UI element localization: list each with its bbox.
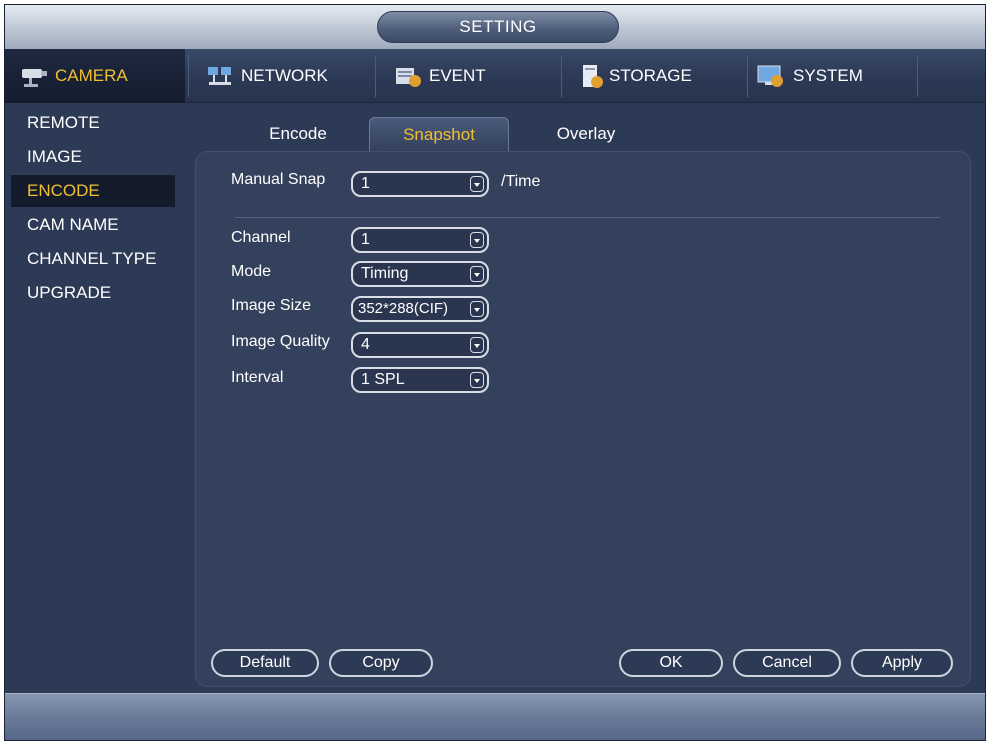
mode-value: Timing bbox=[361, 265, 409, 282]
mode-label: Mode bbox=[231, 263, 272, 280]
menu-event[interactable]: EVENT bbox=[377, 49, 559, 103]
ok-button[interactable]: OK bbox=[619, 649, 723, 677]
storage-icon bbox=[577, 63, 607, 89]
tab-snapshot[interactable]: Snapshot bbox=[369, 117, 509, 151]
chevron-down-icon bbox=[470, 301, 484, 317]
sidebar-item-encode[interactable]: ENCODE bbox=[11, 175, 175, 207]
tab-overlay[interactable]: Overlay bbox=[531, 117, 641, 151]
default-button[interactable]: Default bbox=[211, 649, 319, 677]
chevron-down-icon bbox=[470, 337, 484, 353]
image-quality-label: Image Quality bbox=[231, 333, 330, 350]
menu-system-label: SYSTEM bbox=[793, 66, 863, 85]
sidebar-item-cam-name[interactable]: CAM NAME bbox=[11, 209, 175, 241]
image-size-value: 352*288(CIF) bbox=[358, 300, 449, 317]
system-icon bbox=[755, 63, 785, 89]
manual-snap-unit: /Time bbox=[501, 173, 541, 190]
window-title: SETTING bbox=[377, 11, 619, 43]
menu-divider bbox=[747, 55, 748, 97]
event-icon bbox=[393, 63, 423, 89]
menu-network[interactable]: NETWORK bbox=[191, 49, 373, 103]
network-icon bbox=[205, 63, 235, 89]
divider bbox=[235, 217, 940, 218]
image-size-label: Image Size bbox=[231, 297, 312, 314]
sidebar-item-remote[interactable]: REMOTE bbox=[11, 107, 175, 139]
tab-encode[interactable]: Encode bbox=[243, 117, 353, 151]
mode-select[interactable]: Timing bbox=[351, 261, 489, 287]
image-size-select[interactable]: 352*288(CIF) bbox=[351, 296, 489, 322]
sidebar-item-channel-type[interactable]: CHANNEL TYPE bbox=[11, 243, 175, 275]
copy-button[interactable]: Copy bbox=[329, 649, 433, 677]
chevron-down-icon bbox=[470, 372, 484, 388]
menu-system[interactable]: SYSTEM bbox=[749, 49, 929, 103]
apply-button[interactable]: Apply bbox=[851, 649, 953, 677]
title-bar: SETTING bbox=[5, 5, 985, 49]
menu-divider bbox=[917, 55, 918, 97]
menu-divider bbox=[188, 55, 189, 97]
channel-select[interactable]: 1 bbox=[351, 227, 489, 253]
menu-event-label: EVENT bbox=[429, 66, 486, 85]
interval-label: Interval bbox=[231, 369, 284, 386]
image-quality-value: 4 bbox=[361, 336, 370, 353]
menu-network-label: NETWORK bbox=[241, 66, 328, 85]
menu-storage-label: STORAGE bbox=[609, 66, 692, 85]
snapshot-panel bbox=[195, 151, 971, 687]
channel-label: Channel bbox=[231, 229, 291, 246]
cancel-button[interactable]: Cancel bbox=[733, 649, 841, 677]
chevron-down-icon bbox=[470, 176, 484, 192]
menu-camera-label: CAMERA bbox=[55, 66, 128, 85]
setting-window: SETTING CAMERA NETWORK EVENT STORAGE SYS… bbox=[4, 4, 986, 741]
top-menu: CAMERA NETWORK EVENT STORAGE SYSTEM bbox=[5, 49, 985, 103]
sidebar-item-upgrade[interactable]: UPGRADE bbox=[11, 277, 175, 309]
manual-snap-value: 1 bbox=[361, 175, 370, 192]
interval-value: 1 SPL bbox=[361, 371, 405, 388]
menu-divider bbox=[561, 55, 562, 97]
chevron-down-icon bbox=[470, 266, 484, 282]
interval-select[interactable]: 1 SPL bbox=[351, 367, 489, 393]
sidebar-item-image[interactable]: IMAGE bbox=[11, 141, 175, 173]
menu-camera[interactable]: CAMERA bbox=[5, 49, 185, 103]
camera-icon bbox=[19, 63, 49, 89]
bottom-bar bbox=[5, 693, 985, 740]
channel-value: 1 bbox=[361, 231, 370, 248]
menu-divider bbox=[375, 55, 376, 97]
chevron-down-icon bbox=[470, 232, 484, 248]
manual-snap-label: Manual Snap bbox=[231, 171, 326, 188]
image-quality-select[interactable]: 4 bbox=[351, 332, 489, 358]
menu-storage[interactable]: STORAGE bbox=[563, 49, 745, 103]
manual-snap-select[interactable]: 1 bbox=[351, 171, 489, 197]
